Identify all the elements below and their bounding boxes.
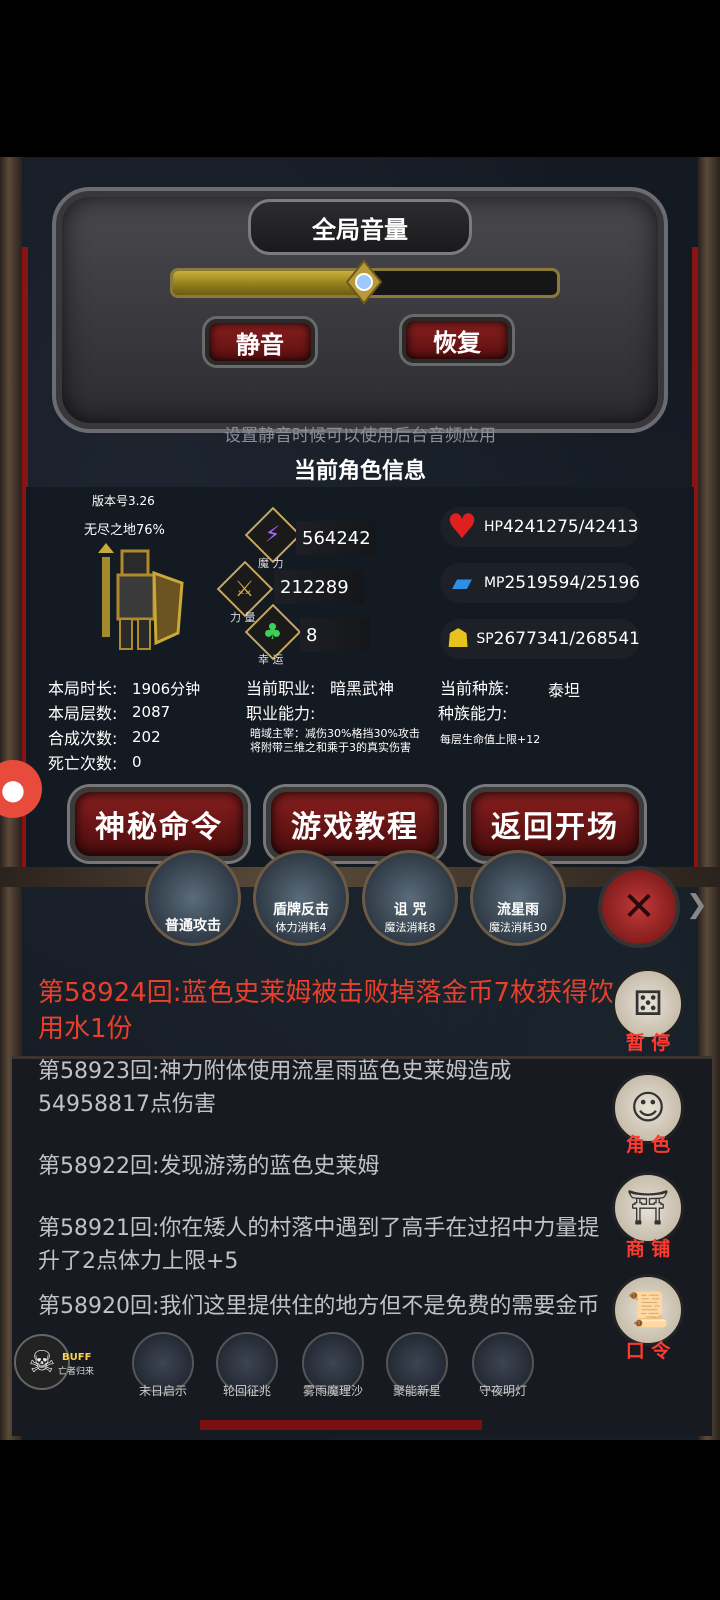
job-ability-text: 暗域主宰：减伤30%格挡30%攻击将附带三维之和乘于3的真实伤害 bbox=[250, 727, 420, 754]
skill-name: 流星雨 bbox=[497, 902, 539, 918]
volume-hint: 设置静音时候可以使用后台音频应用 bbox=[224, 426, 496, 446]
skill-meteor[interactable]: 流星雨 魔法消耗30 bbox=[470, 850, 566, 946]
stat-duration-value: 1906分钟 bbox=[132, 680, 201, 698]
log-entry: 第58922回:发现游荡的蓝色史莱姆 bbox=[38, 1154, 380, 1179]
stamina-icon: ☗ bbox=[446, 624, 470, 654]
restore-button[interactable]: 恢复 bbox=[402, 317, 512, 363]
stat-merges-label: 合成次数: bbox=[48, 729, 118, 748]
log-entry: 第58921回:你在矮人的村落中遇到了高手在过招中力量提升了2点体力上限+5 bbox=[38, 1216, 600, 1274]
heart-icon: ♥ bbox=[446, 507, 478, 547]
buff-name: 雾雨魔理沙 bbox=[302, 1384, 363, 1398]
stat-floors-value: 2087 bbox=[132, 703, 171, 721]
mp-pill: ▰ MP 2519594/25196 bbox=[440, 563, 640, 603]
log-entry: 第58923回:神力附体使用流星雨蓝色史莱姆造成54958817点伤害 bbox=[38, 1059, 512, 1117]
mute-button[interactable]: 静音 bbox=[205, 319, 315, 365]
mp-value: 2519594/25196 bbox=[504, 573, 640, 593]
job-value: 暗黑武神 bbox=[330, 679, 395, 698]
skill-shield-counter[interactable]: 盾牌反击 体力消耗4 bbox=[253, 850, 349, 946]
mp-label: MP bbox=[483, 575, 505, 591]
stat-merges-value: 202 bbox=[132, 728, 161, 746]
secret-command-button[interactable]: 神秘命令 bbox=[70, 787, 248, 861]
skill-cost: 体力消耗4 bbox=[275, 921, 327, 934]
job-ability-label: 职业能力: bbox=[246, 704, 316, 723]
volume-title-plate: 全局音量 bbox=[248, 199, 472, 255]
version-label: 版本号3.26 bbox=[92, 494, 155, 508]
shop-label[interactable]: 商 铺 bbox=[612, 1234, 684, 1261]
buff-label: BUFF bbox=[62, 1352, 92, 1363]
race-label: 当前种族: bbox=[440, 679, 510, 698]
stat-deaths-label: 死亡次数: bbox=[48, 754, 118, 773]
luck-label: 幸 运 bbox=[258, 653, 284, 666]
skill-normal-attack[interactable]: 普通攻击 bbox=[145, 850, 241, 946]
race-ability-label: 种族能力: bbox=[438, 704, 508, 723]
volume-slider-knob[interactable] bbox=[345, 259, 383, 305]
command-label[interactable]: 口 令 bbox=[612, 1336, 684, 1363]
job-label: 当前职业: bbox=[246, 679, 316, 698]
hp-value: 4241275/42413 bbox=[502, 517, 639, 537]
magic-label: 魔 力 bbox=[258, 557, 284, 570]
role-label[interactable]: 角 色 bbox=[612, 1130, 684, 1157]
pause-label[interactable]: 暂 停 bbox=[612, 1028, 684, 1055]
race-value: 泰坦 bbox=[548, 681, 581, 700]
skill-cost: 魔法消耗8 bbox=[384, 921, 436, 934]
skill-curse[interactable]: 诅 咒 魔法消耗8 bbox=[362, 850, 458, 946]
sp-value: 2677341/268541 bbox=[493, 629, 640, 649]
log-entry-latest: 第58924回:蓝色史莱姆被击败掉落金币7枚获得饮用水1份 bbox=[38, 978, 615, 1044]
mana-icon: ▰ bbox=[451, 568, 472, 598]
buff-name: 末日启示 bbox=[138, 1384, 187, 1398]
chevron-right-icon[interactable]: ❯ bbox=[686, 890, 708, 920]
race-ability-text: 每层生命值上限+12 bbox=[440, 733, 541, 746]
volume-slider-fill bbox=[173, 271, 365, 295]
progress-strip bbox=[200, 1420, 482, 1430]
character-info-title: 当前角色信息 bbox=[293, 459, 426, 484]
hp-label: HP bbox=[484, 519, 503, 535]
buff-sub-label: 亡者归来 bbox=[58, 1367, 95, 1377]
skill-cost: 魔法消耗30 bbox=[489, 921, 547, 934]
hp-pill: ♥ HP 4241275/42413 bbox=[440, 507, 640, 547]
strength-label: 力 量 bbox=[230, 611, 256, 624]
area-label: 无尽之地76% bbox=[84, 523, 165, 538]
buff-name: 守夜明灯 bbox=[478, 1384, 527, 1398]
skill-name: 普通攻击 bbox=[165, 918, 221, 934]
sp-pill: ☗ SP 2677341/268541 bbox=[440, 619, 640, 659]
sp-label: SP bbox=[476, 631, 494, 647]
luck-value: 8 bbox=[300, 618, 370, 652]
back-to-start-button[interactable]: 返回开场 bbox=[466, 787, 644, 861]
stat-deaths-value: 0 bbox=[132, 753, 142, 771]
stat-floors-label: 本局层数: bbox=[48, 704, 118, 723]
strength-value: 212289 bbox=[274, 570, 364, 604]
magic-value: 564242 bbox=[296, 521, 376, 555]
volume-title: 全局音量 bbox=[312, 215, 408, 244]
buff-name: 轮回征兆 bbox=[222, 1384, 271, 1398]
character-avatar bbox=[98, 543, 184, 650]
skill-name: 诅 咒 bbox=[393, 902, 427, 918]
close-icon[interactable]: ✕ bbox=[598, 866, 680, 948]
stat-duration-label: 本局时长: bbox=[48, 679, 118, 698]
buff-name: 聚能新星 bbox=[392, 1384, 441, 1398]
skill-name: 盾牌反击 bbox=[273, 902, 329, 918]
